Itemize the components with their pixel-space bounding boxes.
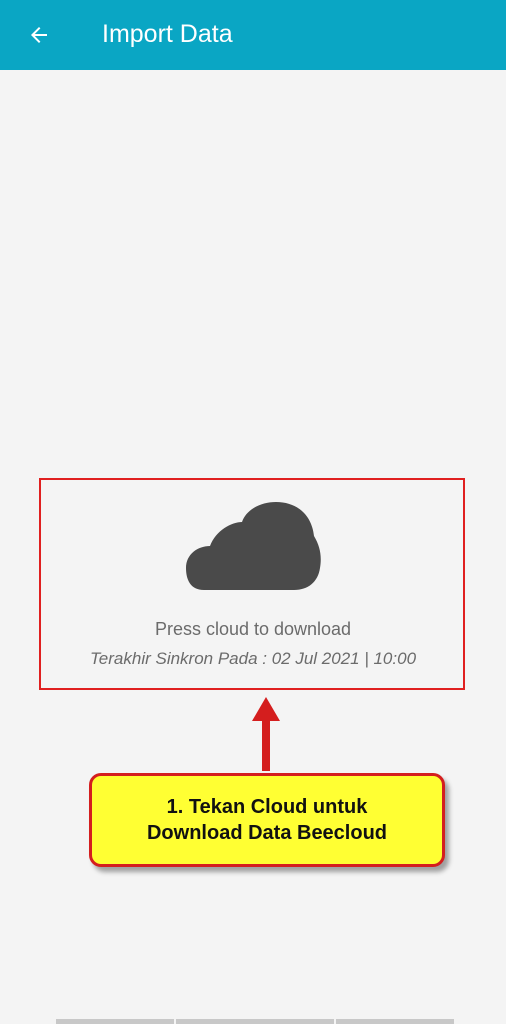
arrow-left-icon — [31, 27, 47, 43]
cloud-download-button[interactable] — [180, 500, 326, 592]
callout-line-1: 1. Tekan Cloud untuk — [166, 796, 368, 818]
bottom-tab-3 — [336, 1019, 454, 1024]
bottom-tab-1 — [56, 1019, 174, 1024]
back-button[interactable] — [22, 18, 56, 52]
annotation-arrow-icon — [252, 697, 280, 771]
app-bar: Import Data — [0, 0, 506, 70]
callout-line-2: Download Data Beecloud — [146, 822, 388, 844]
annotation-callout: 1. Tekan Cloud untuk Download Data Beecl… — [89, 773, 445, 867]
press-cloud-label: Press cloud to download — [154, 619, 352, 639]
cloud-icon — [186, 502, 321, 590]
page-title: Import Data — [102, 20, 233, 48]
bottom-tab-2 — [176, 1019, 334, 1024]
last-sync-label: Terakhir Sinkron Pada : 02 Jul 2021 | 10… — [89, 649, 417, 668]
